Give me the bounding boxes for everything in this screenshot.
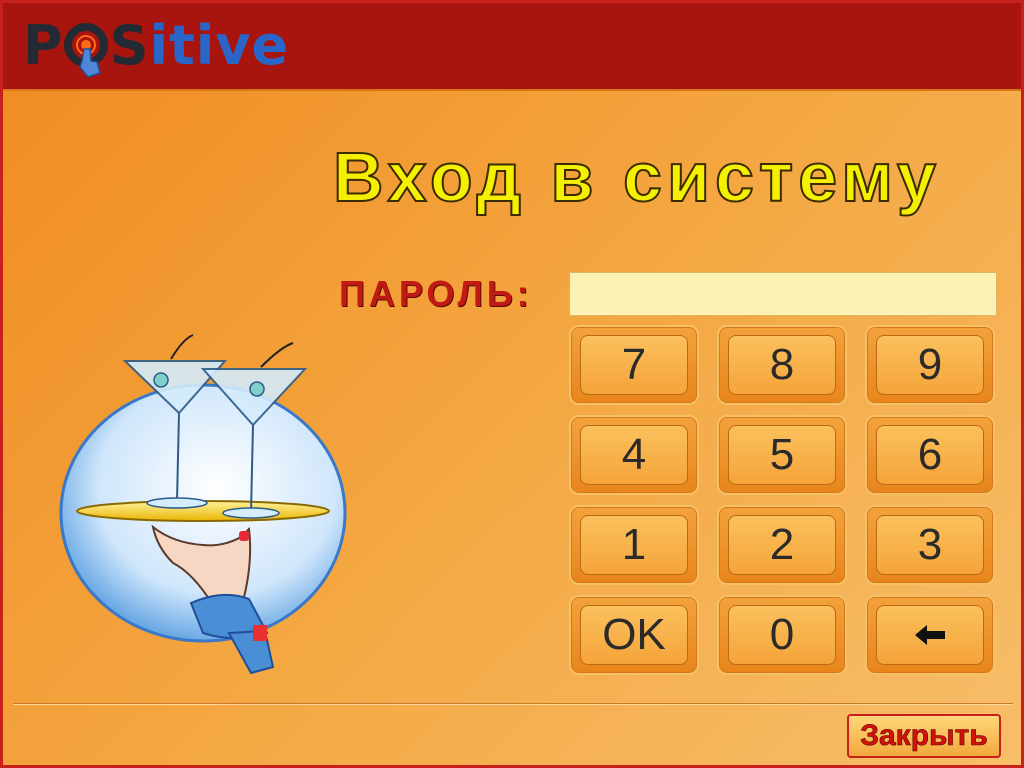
waiter-hand-cocktails-icon: [53, 333, 353, 683]
key-4[interactable]: 4: [569, 415, 699, 495]
key-6[interactable]: 6: [865, 415, 995, 495]
close-button-label: Закрыть: [860, 719, 988, 753]
ok-button[interactable]: OK: [569, 595, 699, 675]
backspace-button[interactable]: [865, 595, 995, 675]
key-7[interactable]: 7: [569, 325, 699, 405]
logo-text-s: S: [109, 14, 150, 77]
numeric-keypad: 7 8 9 4 5 6 1 2 3 OK 0: [569, 325, 999, 675]
key-9[interactable]: 9: [865, 325, 995, 405]
key-8[interactable]: 8: [717, 325, 847, 405]
login-window: P S itive Вход в систему ПАРОЛЬ: 7 8 9 4…: [0, 0, 1024, 768]
positive-logo: P S itive: [23, 13, 289, 79]
password-input[interactable]: [569, 272, 997, 316]
hand-pointer-icon: [63, 21, 110, 78]
key-0[interactable]: 0: [717, 595, 847, 675]
password-label: ПАРОЛЬ:: [339, 273, 533, 314]
page-title: Вход в систему: [332, 137, 941, 217]
close-button[interactable]: Закрыть: [847, 714, 1001, 758]
key-3[interactable]: 3: [865, 505, 995, 585]
logo-text-p: P: [23, 14, 64, 77]
key-1[interactable]: 1: [569, 505, 699, 585]
footer-divider: [13, 703, 1013, 705]
header-bar: P S itive: [3, 3, 1021, 91]
logo-text-itive: itive: [149, 14, 290, 77]
key-5[interactable]: 5: [717, 415, 847, 495]
key-2[interactable]: 2: [717, 505, 847, 585]
arrow-left-icon: [915, 625, 945, 645]
